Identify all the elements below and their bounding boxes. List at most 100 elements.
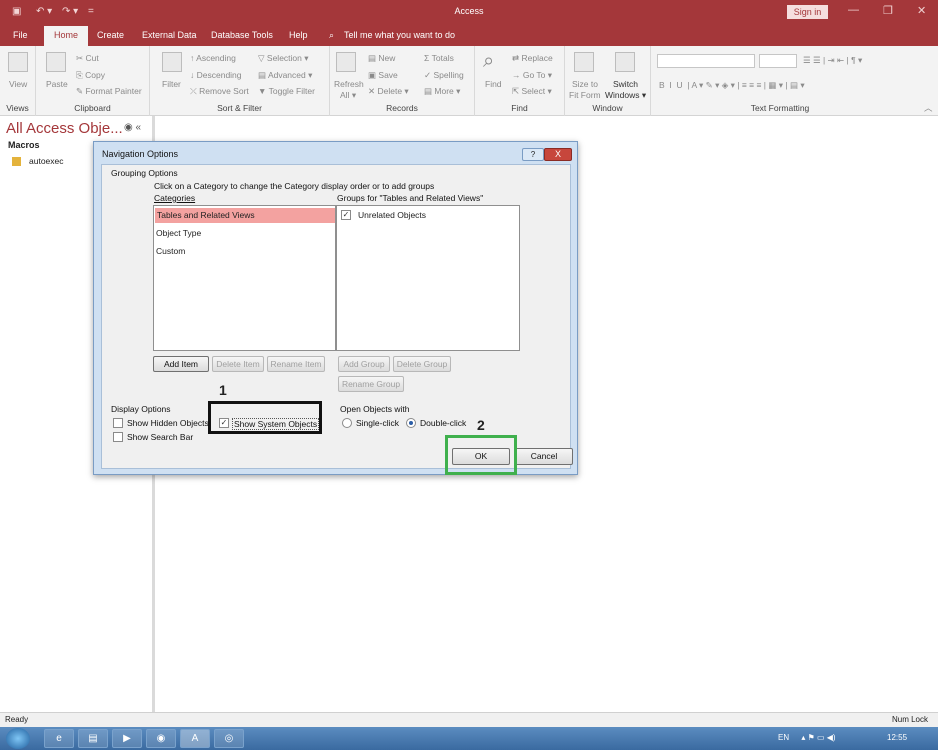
double-click-radio[interactable] xyxy=(406,418,416,428)
cancel-button[interactable]: Cancel xyxy=(515,448,573,465)
switch-windows-line2: Windows ▾ xyxy=(605,90,647,100)
more-button[interactable]: ▤ More ▾ xyxy=(424,86,460,97)
refresh-button[interactable]: Refresh xyxy=(334,79,364,89)
find-icon[interactable]: ⌕ xyxy=(483,50,494,73)
show-hidden-objects-checkbox[interactable] xyxy=(113,418,123,428)
records-group-label: Records xyxy=(386,103,418,113)
copy-button[interactable]: ⎘ Copy xyxy=(76,70,105,81)
add-group-button[interactable]: Add Group xyxy=(338,356,390,372)
shutter-bar-close-icon[interactable]: « xyxy=(136,122,142,133)
sort-filter-group: Filter ↑ Ascending ↓ Descending ⤫ Remove… xyxy=(150,46,330,116)
size-to-fit-button[interactable]: Size to xyxy=(572,79,598,89)
tray-icons[interactable]: ▴ ⚑ ▭ ◀) xyxy=(801,733,835,742)
find-button[interactable]: Find xyxy=(485,79,502,89)
format-painter-button[interactable]: ✎ Format Painter xyxy=(76,86,142,97)
font-name-box[interactable] xyxy=(657,54,755,68)
new-record-button[interactable]: ▤ New xyxy=(368,53,395,64)
media-player-icon[interactable]: ▶ xyxy=(112,729,142,748)
categories-label: Categories xyxy=(154,193,196,203)
category-object-type[interactable]: Object Type xyxy=(156,228,201,238)
delete-record-button[interactable]: ✕ Delete ▾ xyxy=(368,86,409,97)
explorer-icon[interactable]: ▤ xyxy=(78,729,108,748)
help-button[interactable]: ? xyxy=(522,148,544,161)
nav-pane-controls: ◉ « xyxy=(124,122,141,133)
totals-button[interactable]: Σ Totals xyxy=(424,53,454,63)
nav-pane-title[interactable]: All Access Obje... xyxy=(6,120,123,137)
switch-windows-icon[interactable] xyxy=(615,52,635,72)
delete-group-button[interactable]: Delete Group xyxy=(393,356,451,372)
rename-item-button[interactable]: Rename Item xyxy=(267,356,325,372)
double-click-label[interactable]: Double-click xyxy=(420,418,466,428)
cut-button[interactable]: ✂ Cut xyxy=(76,53,99,64)
font-size-box[interactable] xyxy=(759,54,797,68)
switch-windows-button[interactable]: Switch xyxy=(613,79,638,89)
filter-icon[interactable] xyxy=(162,52,182,72)
sign-in-button[interactable]: Sign in xyxy=(787,5,828,19)
clipboard-group: Paste ✂ Cut ⎘ Copy ✎ Format Painter Clip… xyxy=(36,46,150,116)
select-button[interactable]: ⇱ Select ▾ xyxy=(512,86,552,97)
dialog-title: Navigation Options xyxy=(102,149,179,159)
show-search-bar-checkbox[interactable] xyxy=(113,432,123,442)
tab-database-tools[interactable]: Database Tools xyxy=(211,30,273,40)
group-unrelated-objects[interactable]: Unrelated Objects xyxy=(358,210,426,220)
delete-item-button[interactable]: Delete Item xyxy=(212,356,264,372)
show-hidden-objects-label[interactable]: Show Hidden Objects xyxy=(127,418,209,428)
refresh-all-button[interactable]: All ▾ xyxy=(340,90,356,101)
tab-file[interactable]: File xyxy=(13,30,28,40)
save-record-button[interactable]: ▣ Save xyxy=(368,70,398,81)
size-to-fit-line2: Fit Form xyxy=(569,90,601,100)
clock[interactable]: 12:55 xyxy=(887,733,907,742)
restore-icon[interactable]: ❐ xyxy=(883,4,893,17)
sort-filter-group-label: Sort & Filter xyxy=(217,103,262,113)
spelling-button[interactable]: ✓ Spelling xyxy=(424,70,464,81)
size-to-fit-icon[interactable] xyxy=(574,52,594,72)
add-item-button[interactable]: Add Item xyxy=(153,356,209,372)
ie-icon[interactable]: e xyxy=(44,729,74,748)
replace-button[interactable]: ⇄ Replace xyxy=(512,53,553,64)
tell-me-box[interactable]: Tell me what you want to do xyxy=(344,30,455,40)
access-taskbar-icon[interactable]: A xyxy=(180,729,210,748)
category-custom[interactable]: Custom xyxy=(156,246,185,256)
chrome-icon[interactable]: ◉ xyxy=(146,729,176,748)
descending-button[interactable]: ↓ Descending xyxy=(190,70,242,80)
unrelated-objects-checkbox[interactable]: ✓ xyxy=(341,210,351,220)
dialog-close-button[interactable]: X xyxy=(544,148,572,161)
view-button[interactable]: View xyxy=(9,79,27,89)
title-bar: ▣ ↶ ▾ ↷ ▾ = Access Sign in — ❐ ✕ xyxy=(0,0,938,24)
advanced-button[interactable]: ▤ Advanced ▾ xyxy=(258,70,312,81)
rename-group-button[interactable]: Rename Group xyxy=(338,376,404,392)
remove-sort-button[interactable]: ⤫ Remove Sort xyxy=(190,86,249,97)
status-ready: Ready xyxy=(5,715,29,724)
view-icon[interactable] xyxy=(8,52,28,72)
filter-button[interactable]: Filter xyxy=(162,79,181,89)
tab-help[interactable]: Help xyxy=(289,30,308,40)
single-click-label[interactable]: Single-click xyxy=(356,418,399,428)
selection-button[interactable]: ▽ Selection ▾ xyxy=(258,53,309,64)
app-icon[interactable]: ◎ xyxy=(214,729,244,748)
list-icons[interactable]: ☰ ☰ | ⇥ ⇤ | ¶ ▾ xyxy=(803,55,862,66)
language-indicator[interactable]: EN xyxy=(778,733,789,742)
category-tables-related-views[interactable]: Tables and Related Views xyxy=(155,208,335,223)
goto-button[interactable]: → Go To ▾ xyxy=(512,70,552,81)
paste-button[interactable]: Paste xyxy=(46,79,68,89)
minimize-icon[interactable]: — xyxy=(848,4,859,16)
refresh-icon[interactable] xyxy=(336,52,356,72)
tab-home[interactable]: Home xyxy=(44,26,89,46)
display-options-label: Display Options xyxy=(111,404,171,414)
close-window-icon[interactable]: ✕ xyxy=(917,4,926,17)
show-search-bar-label[interactable]: Show Search Bar xyxy=(127,432,193,442)
toggle-filter-button[interactable]: ▼ Toggle Filter xyxy=(258,86,315,96)
ascending-button[interactable]: ↑ Ascending xyxy=(190,53,236,63)
collapse-ribbon-icon[interactable]: ︿ xyxy=(924,102,933,114)
paste-icon[interactable] xyxy=(46,52,66,72)
nav-item-autoexec[interactable]: autoexec xyxy=(12,156,64,167)
nav-menu-icon[interactable]: ◉ xyxy=(124,122,133,133)
tab-create[interactable]: Create xyxy=(97,30,124,40)
nav-section-macros[interactable]: Macros xyxy=(8,140,40,150)
start-button-icon[interactable] xyxy=(6,728,30,749)
navigation-options-dialog: Navigation Options ? X Grouping Options … xyxy=(93,141,578,475)
tell-me-icon[interactable]: ⌕ xyxy=(329,30,334,41)
format-icons[interactable]: B I U | A ▾ ✎ ▾ ◈ ▾ | ≡ ≡ ≡ | ▦ ▾ | ▤ ▾ xyxy=(659,80,805,91)
tab-external-data[interactable]: External Data xyxy=(142,30,197,40)
single-click-radio[interactable] xyxy=(342,418,352,428)
